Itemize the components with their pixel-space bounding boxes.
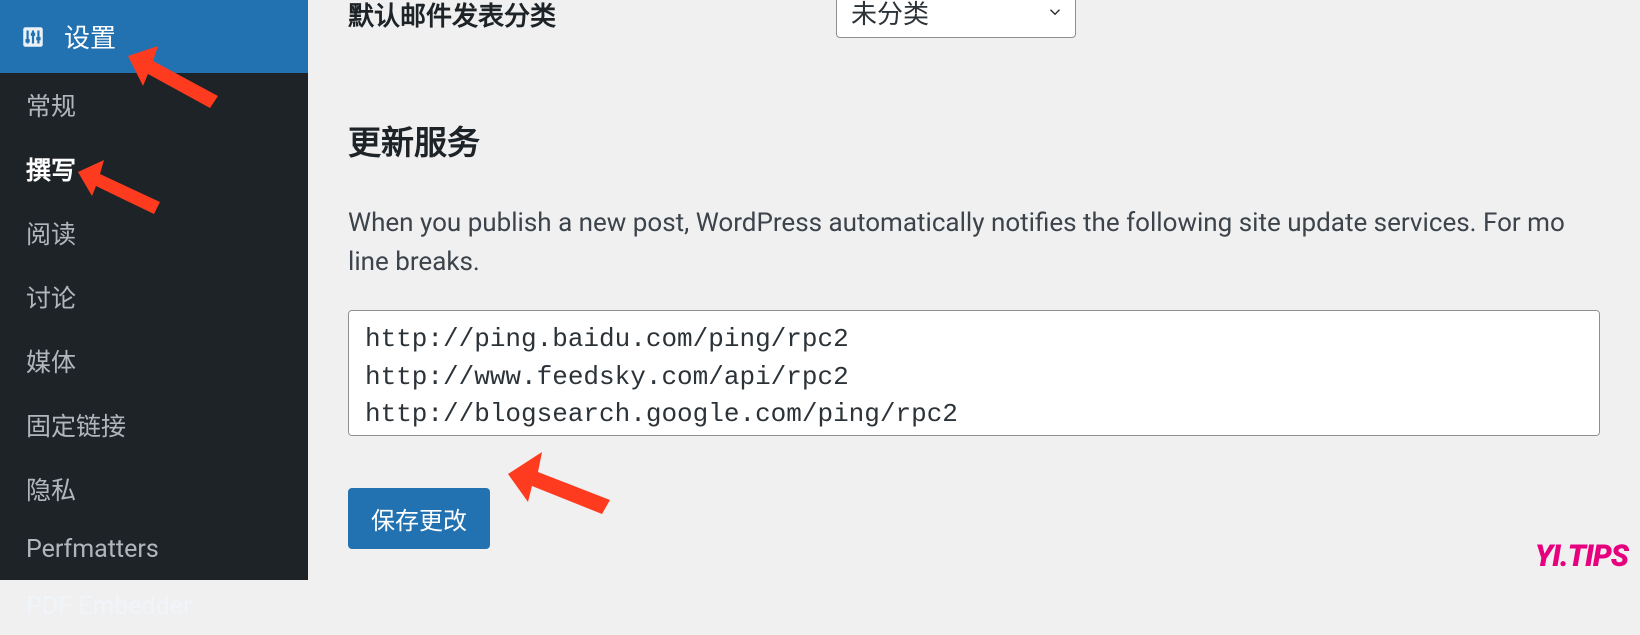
- default-category-row: 默认邮件发表分类 未分类: [348, 0, 1600, 38]
- sidebar-item-reading[interactable]: 阅读: [0, 201, 308, 265]
- sidebar-header-label: 设置: [64, 18, 116, 55]
- sliders-icon: [20, 24, 46, 50]
- sidebar-item-privacy[interactable]: 隐私: [0, 457, 308, 521]
- watermark: YI.TIPS: [1535, 539, 1628, 574]
- sidebar-item-discussion[interactable]: 讨论: [0, 265, 308, 329]
- ping-services-textarea[interactable]: [348, 310, 1600, 436]
- sidebar-item-media[interactable]: 媒体: [0, 329, 308, 393]
- default-category-label: 默认邮件发表分类: [348, 0, 556, 33]
- sidebar-item-general[interactable]: 常规: [0, 73, 308, 137]
- update-services-heading: 更新服务: [348, 116, 1600, 164]
- sidebar-item-pdf-embedder[interactable]: PDF Embedder: [0, 578, 308, 635]
- settings-sidebar: 设置 常规 撰写 阅读 讨论 媒体 固定链接 隐私 Perfmatters PD…: [0, 0, 308, 580]
- main-content: 默认邮件发表分类 未分类 更新服务 When you publish a new…: [308, 0, 1640, 580]
- sidebar-header-settings[interactable]: 设置: [0, 0, 308, 73]
- sidebar-item-permalinks[interactable]: 固定链接: [0, 393, 308, 457]
- update-services-description: When you publish a new post, WordPress a…: [348, 204, 1600, 282]
- default-category-select-wrap: 未分类: [836, 0, 1076, 38]
- sidebar-item-writing[interactable]: 撰写: [0, 137, 308, 201]
- sidebar-item-perfmatters[interactable]: Perfmatters: [0, 521, 308, 578]
- save-button[interactable]: 保存更改: [348, 488, 490, 549]
- default-category-select[interactable]: 未分类: [836, 0, 1076, 38]
